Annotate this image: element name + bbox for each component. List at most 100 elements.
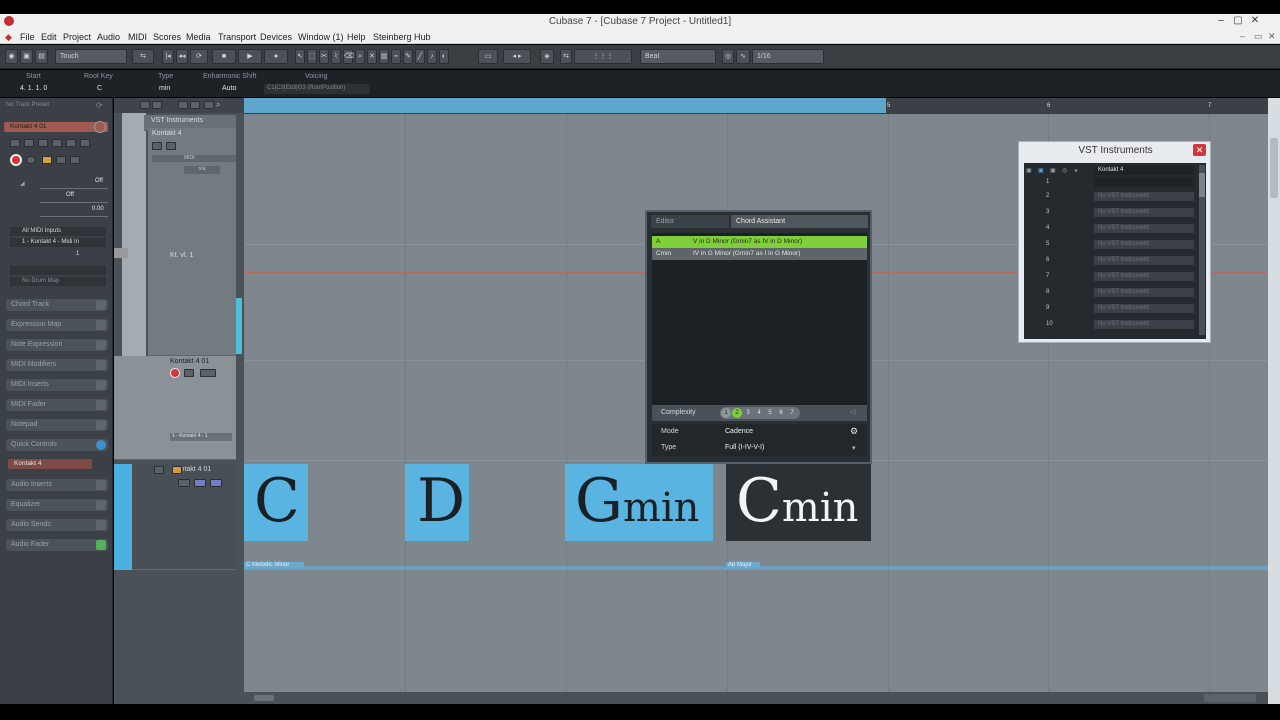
timebase-button[interactable]	[42, 156, 52, 164]
line-tool-icon[interactable]: ╱	[415, 49, 425, 64]
chord-event-gmin[interactable]: Gmin	[565, 464, 713, 541]
delay-value[interactable]: 0.00	[92, 206, 104, 212]
track-kt-vl-1[interactable]: Kt. vl. 1	[148, 250, 236, 356]
type-dropdown-icon[interactable]: ▾	[852, 444, 856, 452]
section-midi-fader[interactable]: MIDI Fader	[6, 399, 108, 411]
track-mute-button[interactable]	[154, 466, 164, 474]
track-list-settings-icon[interactable]	[204, 101, 214, 109]
vst-slot-4[interactable]: 4 No VST Instrument	[1024, 223, 1198, 235]
vst-rack-slot[interactable]: ▣ ▣ ▣ ◎ ◂ Kontakt 4	[1024, 165, 1198, 177]
scale-event-c-melodic-minor[interactable]: C Melodic Minor	[244, 562, 304, 569]
record-button[interactable]: ●	[264, 49, 288, 64]
maximize-button[interactable]: ▢	[1230, 15, 1246, 28]
record-enable-button[interactable]	[10, 154, 22, 166]
section-equalizer[interactable]: Equalizer	[6, 499, 108, 511]
info-start-value[interactable]: 4. 1. 1. 0	[20, 85, 47, 92]
snap-type-dropdown[interactable]: Beat	[640, 49, 716, 64]
track-search-icon[interactable]: ⌕	[216, 100, 220, 110]
chord-event-cmin-selected[interactable]: Cmin	[726, 464, 871, 541]
vst-slot-6[interactable]: 6 No VST Instrument	[1024, 255, 1198, 267]
global-write-icon[interactable]	[190, 101, 200, 109]
track-record-button[interactable]	[170, 368, 180, 378]
iterative-quantize-icon[interactable]: ∿	[736, 49, 750, 64]
pan-value[interactable]: Off	[66, 192, 74, 198]
vst-bypass-icon[interactable]: ▣	[1050, 167, 1056, 174]
track-mute-button[interactable]	[152, 142, 162, 150]
quick-controls-icon[interactable]	[96, 440, 106, 450]
vst-slot-2[interactable]: 2 No VST Instrument	[1024, 191, 1198, 203]
vst-slot-empty[interactable]: No VST Instrument	[1094, 192, 1194, 201]
quantize-preset-dropdown[interactable]: 1/16	[752, 49, 824, 64]
vst-slot-empty[interactable]: No VST Instrument	[1094, 288, 1194, 297]
info-type-value[interactable]: min	[159, 85, 170, 92]
rewind-icon[interactable]: ◂◂	[176, 49, 188, 64]
track-kontakt-4[interactable]: Kontakt 4 MIDI n/a	[148, 128, 236, 252]
track-chord[interactable]: Kontakt 4 01	[132, 464, 236, 570]
vst-slot-9[interactable]: 9 No VST Instrument	[1024, 303, 1198, 315]
menu-project[interactable]: Project	[63, 32, 91, 42]
vst-slot-empty[interactable]	[1094, 178, 1194, 187]
section-audio-sends[interactable]: Audio Sends	[6, 519, 108, 531]
cycle-icon[interactable]: ⟳	[190, 49, 208, 64]
vst-slot-8[interactable]: 8 No VST Instrument	[1024, 287, 1198, 299]
complexity-step-3[interactable]: 3	[743, 408, 753, 418]
vst-slot-7[interactable]: 7 No VST Instrument	[1024, 271, 1198, 283]
complexity-step-6[interactable]: 6	[776, 408, 786, 418]
menu-devices[interactable]: Devices	[260, 32, 292, 42]
vst-slot-empty[interactable]: No VST Instrument	[1094, 304, 1194, 313]
vst-slot-empty[interactable]: No VST Instrument	[1094, 272, 1194, 281]
menu-media[interactable]: Media	[186, 32, 211, 42]
inspector-edit-icon[interactable]	[94, 121, 106, 133]
mode-settings-icon[interactable]: ⚙	[850, 426, 858, 437]
vst-slot-10[interactable]: 10 No VST Instrument	[1024, 319, 1198, 331]
section-toggle-icon[interactable]	[96, 520, 106, 530]
grid-type-icon[interactable]: ⋮⋮⋮	[574, 49, 632, 64]
minimize-button[interactable]: –	[1213, 15, 1229, 28]
info-root-key-value[interactable]: C	[97, 85, 102, 92]
menu-logo-icon[interactable]: ◆	[5, 32, 12, 43]
section-toggle-icon[interactable]	[96, 320, 106, 330]
channel-settings-button[interactable]	[70, 156, 80, 164]
track-preset-label[interactable]: No Track Preset	[6, 102, 49, 108]
delay-slider[interactable]	[40, 216, 108, 217]
section-chord-track[interactable]: Chord Track	[6, 299, 108, 311]
complexity-step-5[interactable]: 5	[765, 408, 775, 418]
vst-slot-3[interactable]: 3 No VST Instrument	[1024, 207, 1198, 219]
scale-event-ab-major[interactable]: Ab Major	[726, 562, 760, 569]
tab-editor[interactable]: Editor	[651, 215, 729, 228]
section-toggle-icon[interactable]	[96, 340, 106, 350]
section-toggle-icon[interactable]	[96, 540, 106, 550]
mdi-minimize-button[interactable]: –	[1240, 31, 1245, 41]
complexity-step-4[interactable]: 4	[754, 408, 764, 418]
bank-selector[interactable]	[10, 266, 106, 275]
vst-slot-empty[interactable]: No VST Instrument	[1094, 224, 1194, 233]
track-adaptive-voicing-button[interactable]	[210, 479, 222, 487]
complexity-step-1[interactable]: 1	[721, 408, 731, 418]
track-output-field[interactable]: 1 - Kontakt 4 - 1	[170, 433, 232, 441]
section-audio-fader[interactable]: Audio Fader	[6, 539, 108, 551]
complexity-step-7[interactable]: 7	[787, 408, 797, 418]
inspector-track-name[interactable]: Kontakt 4 01	[4, 122, 108, 132]
midi-output-selector[interactable]: 1 - Kontakt 4 - Midi In	[10, 238, 106, 247]
time-warp-tool-icon[interactable]: ⌁	[391, 49, 401, 64]
stop-button[interactable]: ■	[212, 49, 236, 64]
section-audio-inserts[interactable]: Audio Inserts	[6, 479, 108, 491]
chord-proposal-row-selected[interactable]: A V in D Minor (Gmin7 as IV in D Minor)	[652, 236, 867, 248]
instrument-edit-button[interactable]	[66, 139, 76, 147]
complexity-slider[interactable]: 1 2 3 4 5 6 7	[720, 407, 800, 419]
section-midi-modifiers[interactable]: MIDI Modifiers	[6, 359, 108, 371]
menu-file[interactable]: File	[20, 32, 35, 42]
tab-chord-assistant[interactable]: Chord Assistant	[731, 215, 868, 228]
monitor-button[interactable]	[26, 156, 36, 164]
write-automation-button[interactable]	[52, 139, 62, 147]
freeze-button[interactable]	[80, 139, 90, 147]
global-solo-icon[interactable]	[152, 101, 162, 109]
section-toggle-icon[interactable]	[96, 420, 106, 430]
info-voicing-field[interactable]: C1|C3|Eb3|G3 (RootPosition)	[264, 84, 370, 94]
track-solo-button[interactable]	[166, 142, 176, 150]
mute-tool-icon[interactable]: ✕	[367, 49, 377, 64]
menu-audio[interactable]: Audio	[97, 32, 120, 42]
vst-slot-empty[interactable]: No VST Instrument	[1094, 320, 1194, 329]
autoscroll-button[interactable]: ⇆	[132, 49, 154, 64]
read-automation-button[interactable]	[38, 139, 48, 147]
